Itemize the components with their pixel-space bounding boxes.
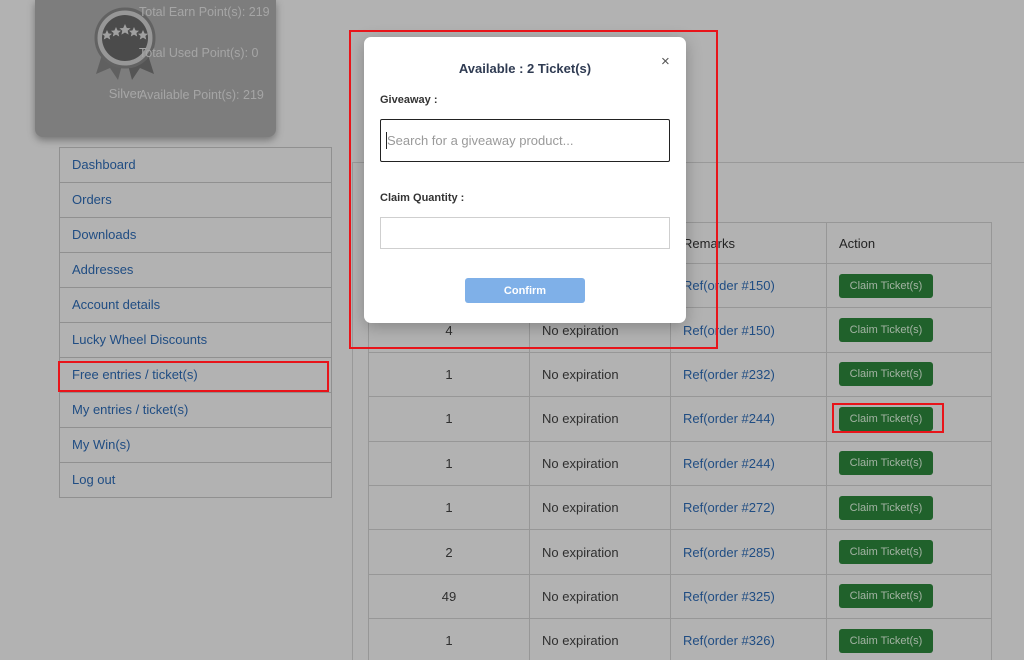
highlight-modal-box — [349, 30, 718, 349]
highlight-free-entries-box — [58, 361, 329, 392]
highlight-claim-button-box — [832, 403, 944, 433]
